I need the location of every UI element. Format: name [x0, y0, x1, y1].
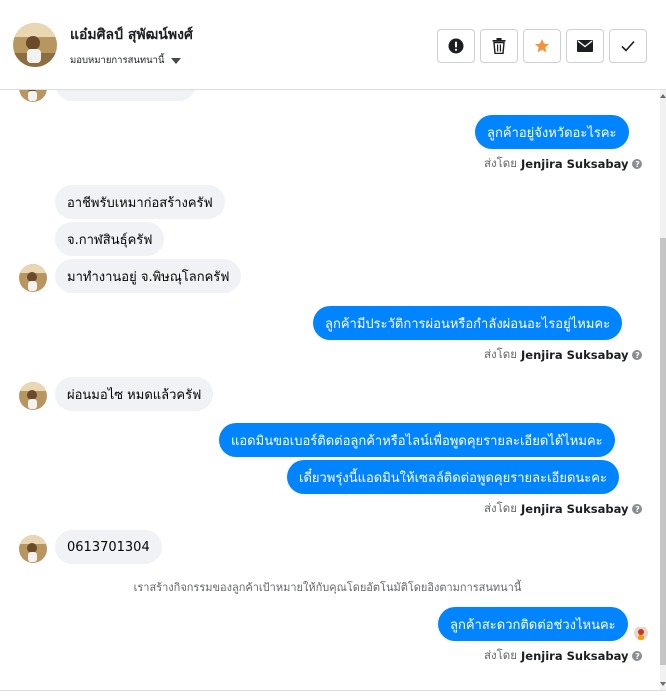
alert-icon	[448, 38, 464, 54]
seen-avatar	[634, 626, 648, 640]
sent-by-prefix: ส่งโดย	[484, 156, 518, 170]
incoming-message-phone: 0613701304	[55, 530, 162, 564]
sent-by-prefix: ส่งโดย	[484, 648, 518, 662]
trash-button[interactable]	[480, 29, 518, 63]
header-actions-display	[437, 29, 647, 63]
scroll-up-icon[interactable]	[660, 94, 666, 98]
done-button[interactable]	[609, 29, 647, 63]
help-icon[interactable]: ?	[632, 651, 643, 661]
sent-by-prefix: ส่งโดย	[484, 347, 518, 361]
incoming-message: ผ่อนมอไซ หมดแล้วครัฟ	[55, 377, 214, 411]
composer-edge	[0, 690, 666, 696]
help-icon[interactable]: ?	[632, 159, 643, 169]
outgoing-message: แอดมินขอเบอร์ติดต่อลูกค้าหรือไลน์เพื่อพู…	[219, 423, 615, 457]
scrollbar[interactable]	[660, 90, 666, 696]
sent-by-label: ส่งโดย Jenjira Suksabay ?	[484, 647, 643, 665]
check-icon	[621, 40, 635, 52]
contact-avatar-small	[19, 264, 47, 292]
sender-name: Jenjira Suksabay	[521, 157, 629, 171]
incoming-message: มาทำงานอยู่ จ.พิษณุโลกครัฟ	[55, 259, 242, 293]
incoming-message: อาชีพรับเหมาก่อสร้างครัฟ	[55, 185, 225, 219]
scrollbar-thumb[interactable]	[660, 238, 666, 665]
delete-icon	[492, 38, 506, 54]
contact-name-display: แอ๋มศิลป์ สุพัฒน์พงศ์	[70, 27, 193, 43]
scroll-down-icon[interactable]	[660, 682, 666, 686]
contact-avatar-small	[19, 535, 47, 563]
outgoing-message: ลูกค้ามีประวัติการผ่อนหรือกำลังผ่อนอะไรอ…	[313, 306, 623, 340]
sender-name: Jenjira Suksabay	[521, 502, 629, 516]
outgoing-message: ลูกค้าอยู่จังหวัดอะไรคะ	[475, 115, 629, 149]
outgoing-message: ลูกค้าสะดวกติดต่อช่วงไหนคะ	[438, 607, 628, 641]
incoming-message: จ.กาฬสินธุ์ครัฟ	[55, 222, 165, 256]
outgoing-message: เดี๋ยวพรุ่งนี้แอดมินให้เซลล์ติดต่อพูดคุย…	[287, 460, 619, 494]
help-icon[interactable]: ?	[632, 350, 643, 360]
contact-avatar-overlay	[13, 23, 57, 67]
sent-by-label: ส่งโดย Jenjira Suksabay ?	[484, 500, 643, 518]
sent-by-prefix: ส่งโดย	[484, 501, 518, 515]
unread-button[interactable]	[566, 29, 604, 63]
mail-icon	[577, 40, 593, 52]
sent-by-label: ส่งโดย Jenjira Suksabay ?	[484, 155, 643, 173]
contact-avatar-small	[19, 382, 47, 410]
system-note: เราสร้างกิจกรรมของลูกค้าเป้าหมายให้กับคุ…	[133, 581, 522, 594]
help-icon[interactable]: ?	[632, 504, 643, 514]
sender-name: Jenjira Suksabay	[521, 348, 629, 362]
sender-name: Jenjira Suksabay	[521, 649, 629, 663]
favorite-button[interactable]	[523, 29, 561, 63]
sent-by-label: ส่งโดย Jenjira Suksabay ?	[484, 346, 643, 364]
favorite-star-icon	[535, 39, 549, 53]
assign-display: มอบหมายการสนทนานี้	[70, 53, 181, 68]
spam-button[interactable]	[437, 29, 475, 63]
assign-label-display: มอบหมายการสนทนานี้	[70, 55, 165, 66]
caret-down-icon-display	[170, 57, 181, 64]
